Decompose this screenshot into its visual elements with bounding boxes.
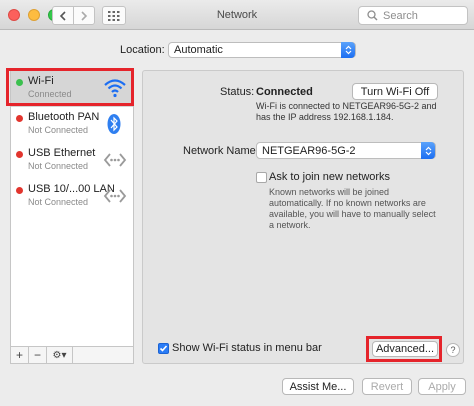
show-wifi-status-label: Show Wi-Fi status in menu bar (172, 342, 322, 354)
status-dot-disconnected (16, 151, 23, 158)
updown-arrows-icon (421, 142, 435, 159)
location-value: Automatic (174, 44, 223, 56)
turn-wifi-off-button[interactable]: Turn Wi-Fi Off (352, 83, 438, 100)
service-item-usb-ethernet[interactable]: USB Ethernet Not Connected (11, 143, 133, 179)
show-wifi-status-checkbox[interactable] (158, 343, 169, 354)
ask-to-join-checkbox[interactable] (256, 172, 267, 183)
service-name: Wi-Fi (28, 75, 54, 87)
network-preferences-window: Network Search Location: Automatic Wi-Fi… (0, 0, 474, 406)
network-name-label: Network Name: (183, 145, 259, 157)
ethernet-icon (103, 149, 127, 174)
wifi-icon (103, 77, 127, 102)
assist-me-button[interactable]: Assist Me... (282, 378, 354, 395)
location-label: Location: (120, 44, 165, 56)
search-field[interactable]: Search (358, 6, 468, 25)
service-name: USB 10/...00 LAN (28, 183, 115, 195)
ask-to-join-description: Known networks will be joined automatica… (269, 187, 436, 230)
advanced-button[interactable]: Advanced... (372, 341, 438, 357)
remove-service-button[interactable]: − (29, 347, 47, 363)
service-status: Connected (28, 89, 72, 99)
add-service-button[interactable]: + (11, 347, 29, 363)
gear-menu-button[interactable]: ⚙▾ (47, 347, 73, 363)
revert-button[interactable]: Revert (362, 378, 412, 395)
bluetooth-icon (107, 113, 121, 138)
status-dot-disconnected (16, 115, 23, 122)
service-status: Not Connected (28, 161, 89, 171)
service-list: Wi-Fi Connected Bluetooth PAN Not Connec… (10, 70, 134, 347)
search-placeholder: Search (383, 9, 418, 22)
updown-arrows-icon (341, 42, 355, 58)
service-name: Bluetooth PAN (28, 111, 100, 123)
service-item-usb-lan[interactable]: USB 10/...00 LAN Not Connected (11, 179, 133, 215)
network-name-popup[interactable]: NETGEAR96-5G-2 (256, 142, 436, 159)
location-popup[interactable]: Automatic (168, 42, 356, 58)
network-name-value: NETGEAR96-5G-2 (262, 144, 356, 157)
help-button[interactable]: ? (446, 343, 460, 357)
service-item-bluetooth-pan[interactable]: Bluetooth PAN Not Connected (11, 107, 133, 143)
status-label: Status: (220, 86, 255, 98)
service-status: Not Connected (28, 197, 89, 207)
checkmark-icon (159, 345, 168, 352)
service-name: USB Ethernet (28, 147, 96, 159)
status-dot-connected (16, 79, 23, 86)
status-value: Connected (256, 86, 313, 98)
service-list-toolbar: + − ⚙▾ (10, 347, 134, 364)
service-item-wifi[interactable]: Wi-Fi Connected (11, 71, 133, 107)
title-bar: Network Search (0, 0, 474, 30)
status-dot-disconnected (16, 187, 23, 194)
ethernet-icon (103, 185, 127, 210)
status-description: Wi-Fi is connected to NETGEAR96-5G-2 and… (256, 101, 437, 122)
service-status: Not Connected (28, 125, 89, 135)
apply-button[interactable]: Apply (418, 378, 466, 395)
search-icon (367, 10, 378, 24)
ask-to-join-label: Ask to join new networks (269, 171, 391, 183)
